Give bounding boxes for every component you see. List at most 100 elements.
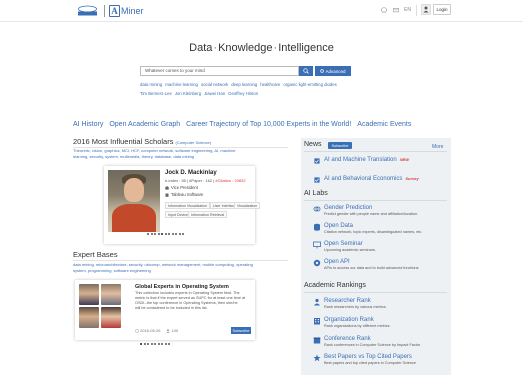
carousel-dot[interactable] xyxy=(143,343,146,345)
carousel-dot[interactable] xyxy=(154,343,156,345)
search-hints: data mining machine learning social networ… xyxy=(140,80,340,98)
carousel-dot[interactable] xyxy=(175,233,177,235)
hint-topic[interactable]: deep learning xyxy=(231,82,257,87)
scholar-stats: h-index : 55 | #Paper : 162 | #Citation … xyxy=(165,178,246,183)
lab-item-title[interactable]: Open Data xyxy=(324,223,422,229)
lab-item[interactable]: Open Data Citation network, topic experts… xyxy=(313,223,422,234)
ranking-item[interactable]: Organization Rank Rank organizations by d… xyxy=(313,317,391,328)
interest-chip[interactable]: Information Retrieval xyxy=(188,211,228,218)
carousel-dot[interactable] xyxy=(157,343,160,345)
expert-photo[interactable] xyxy=(101,284,121,305)
hint-topic[interactable]: healthcare xyxy=(260,82,280,87)
expert-base-date-row: 2016-05-26 xyxy=(135,328,160,333)
expert-subscribe-button[interactable]: Subscribe xyxy=(231,327,251,334)
login-button[interactable]: Login xyxy=(433,4,451,15)
carousel-dot[interactable] xyxy=(171,233,174,235)
tagline-dot: · xyxy=(273,42,278,54)
search-input[interactable]: Whatever comes to your mind xyxy=(140,66,299,76)
experts-title[interactable]: Expert Bases xyxy=(73,250,118,259)
scholar-card[interactable]: Jock D. Mackinlay h-index : 55 | #Paper … xyxy=(104,166,261,244)
expert-photo[interactable] xyxy=(101,307,121,328)
interest-chip[interactable]: Visualization xyxy=(234,202,261,209)
link-career-trajectory[interactable]: Career Trajectory of Top 10,000 Experts … xyxy=(186,121,351,128)
carousel-dot[interactable] xyxy=(157,233,160,235)
scholars-subtitle[interactable]: (Computer Science) xyxy=(175,140,211,145)
aminer-logo[interactable]: A Miner xyxy=(109,4,144,18)
news-item-title[interactable]: AI and Behavioral Economics xyxy=(324,176,402,182)
divider xyxy=(304,151,447,152)
carousel-dots[interactable] xyxy=(140,343,170,345)
hint-person[interactable]: Jiawei Han xyxy=(204,91,225,96)
carousel-dot[interactable] xyxy=(182,233,184,235)
hint-person[interactable]: Jon Kleinberg xyxy=(175,91,201,96)
carousel-dot[interactable] xyxy=(168,233,170,235)
news-item[interactable]: AI and Behavioral Economics Survey xyxy=(313,176,419,184)
hint-topic[interactable]: organic light-emitting diodes xyxy=(283,82,337,87)
ranking-item-desc: Best papers and top cited papers in Comp… xyxy=(324,361,417,365)
hint-topic[interactable]: social network xyxy=(201,82,228,87)
ranking-item[interactable]: Best Papers vs Top Cited Papers Best pape… xyxy=(313,354,416,365)
lab-item-title[interactable]: Open Seminar xyxy=(324,241,376,247)
interest-chip[interactable]: Information Visualization xyxy=(165,202,211,209)
lab-item-title[interactable]: Gender Prediction xyxy=(324,205,418,211)
logo-separator xyxy=(104,5,105,17)
carousel-dot[interactable] xyxy=(150,343,153,345)
ranking-item-desc: Rank organizations by different metrics. xyxy=(324,324,391,328)
scholars-title-text[interactable]: 2016 Most Influential Scholars xyxy=(73,137,173,146)
news-subscribe-button[interactable]: Subscribe xyxy=(328,142,352,149)
carousel-dot[interactable] xyxy=(161,343,163,345)
carousel-dot[interactable] xyxy=(140,343,142,345)
news-more-link[interactable]: More xyxy=(432,144,443,150)
expert-base-card[interactable]: Global Experts in Operating System This … xyxy=(75,280,255,340)
link-ai-history[interactable]: AI History xyxy=(73,121,103,128)
news-item-title[interactable]: AI and Machine Translation xyxy=(324,157,397,163)
lab-item[interactable]: Open API APIs to access our data and to b… xyxy=(313,259,419,270)
lab-item[interactable]: Open Seminar Upcoming academic seminars. xyxy=(313,241,376,252)
scholars-tags-line[interactable]: learning, security, system, multimedia, … xyxy=(73,154,288,160)
ranking-item-title[interactable]: Organization Rank xyxy=(324,317,391,323)
link-open-academic-graph[interactable]: Open Academic Graph xyxy=(109,121,180,128)
lab-item-title[interactable]: Open API xyxy=(324,259,419,265)
language-switch[interactable]: EN xyxy=(404,7,411,13)
ranking-item-title[interactable]: Conference Rank xyxy=(324,336,420,342)
carousel-dot[interactable] xyxy=(164,343,167,345)
carousel-dot[interactable] xyxy=(150,233,153,235)
advanced-search-button[interactable]: Advanced xyxy=(315,66,351,76)
organization-rank-icon xyxy=(313,317,321,325)
carousel-dot[interactable] xyxy=(161,233,163,235)
scholar-photo[interactable] xyxy=(108,170,160,232)
ranking-item[interactable]: Researcher Rank Rank researchers by vario… xyxy=(313,298,387,309)
labs-title: AI Labs xyxy=(304,190,328,197)
expert-base-meta: 2016-05-26 100 xyxy=(135,328,178,333)
ccf-logo[interactable] xyxy=(77,5,98,16)
expert-base-title[interactable]: Global Experts in Operating System xyxy=(135,284,229,290)
expert-photo[interactable] xyxy=(79,307,99,328)
search-button[interactable] xyxy=(299,66,313,76)
people-icon xyxy=(166,328,171,333)
user-button[interactable] xyxy=(421,4,431,15)
expert-base-description: This collection includes experts in Oper… xyxy=(135,291,253,311)
hint-person[interactable]: Geoffrey Hinton xyxy=(228,91,258,96)
carousel-dot[interactable] xyxy=(147,233,149,235)
carousel-dots[interactable] xyxy=(147,233,184,235)
ranking-item-title[interactable]: Best Papers vs Top Cited Papers xyxy=(324,354,416,360)
ranking-item[interactable]: Conference Rank Rank conferences in Compu… xyxy=(313,336,420,347)
help-icon[interactable] xyxy=(381,7,387,13)
news-item[interactable]: AI and Machine Translation NEW xyxy=(313,157,409,165)
ranking-item-title[interactable]: Researcher Rank xyxy=(324,298,387,304)
carousel-dot[interactable] xyxy=(147,343,149,345)
mail-icon[interactable] xyxy=(393,7,399,13)
experts-tags-line[interactable]: system, programming, software engineerin… xyxy=(73,268,288,274)
hint-person[interactable]: Tim Berners-Lee xyxy=(140,91,172,96)
hint-topic[interactable]: machine learning xyxy=(165,82,198,87)
lab-item[interactable]: Gender Prediction Predict gender with peo… xyxy=(313,205,418,216)
expert-photo[interactable] xyxy=(79,284,99,305)
expert-base-count-row: 100 xyxy=(166,328,178,333)
link-academic-events[interactable]: Academic Events xyxy=(357,121,411,128)
hint-topic[interactable]: data mining xyxy=(140,82,162,87)
carousel-dot[interactable] xyxy=(178,233,181,235)
carousel-dot[interactable] xyxy=(164,233,167,235)
scholar-name[interactable]: Jock D. Mackinlay xyxy=(165,170,217,176)
carousel-dot[interactable] xyxy=(154,233,156,235)
carousel-dot[interactable] xyxy=(168,343,170,345)
